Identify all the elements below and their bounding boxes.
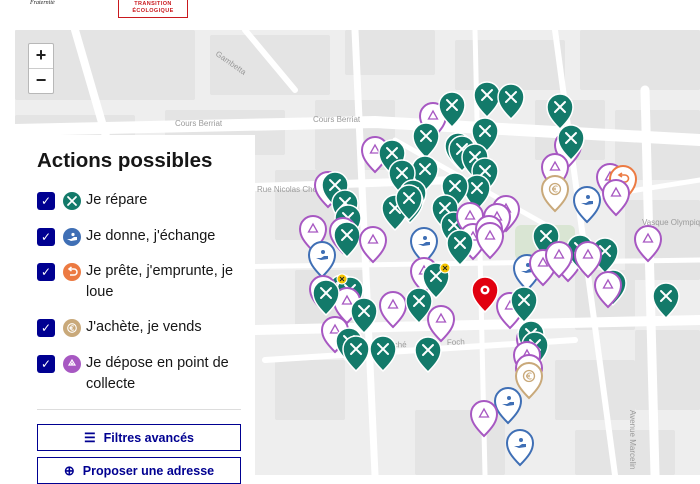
repair-pin[interactable] bbox=[342, 335, 370, 373]
gov-mark-text: Fraternité bbox=[30, 0, 55, 6]
filter-label: Je prête, j'emprunte, je loue bbox=[86, 263, 234, 300]
transit-stop-icon[interactable] bbox=[336, 273, 348, 285]
transit-stop-icon[interactable] bbox=[439, 262, 451, 274]
top-header: Fraternité TRANSITION ÉCOLOGIQUE bbox=[0, 0, 700, 30]
filter-lend[interactable]: ✓ Je prête, j'emprunte, je loue bbox=[37, 262, 236, 303]
repair-pin[interactable] bbox=[497, 83, 525, 121]
checkbox-icon[interactable]: ✓ bbox=[37, 319, 55, 337]
advanced-filters-button[interactable]: ☰ Filtres avancés bbox=[37, 424, 241, 451]
location-marker[interactable] bbox=[471, 276, 499, 314]
advanced-filters-label: Filtres avancés bbox=[103, 430, 194, 445]
euro-icon bbox=[63, 319, 81, 337]
zoom-control: + − bbox=[28, 43, 54, 94]
propose-address-button[interactable]: ⊕ Proposer une adresse bbox=[37, 457, 241, 484]
filter-buy[interactable]: ✓ J'achète, je vends bbox=[37, 318, 236, 338]
repair-pin[interactable] bbox=[333, 221, 361, 259]
filter-label: Je répare bbox=[86, 192, 148, 208]
return-arrow-icon bbox=[63, 263, 81, 281]
filter-give[interactable]: ✓ Je donne, j'échange bbox=[37, 227, 236, 247]
recycle-icon bbox=[63, 355, 81, 373]
street-label: Avenue Marcelin bbox=[628, 410, 637, 469]
panel-title: Actions possibles bbox=[37, 149, 213, 172]
filter-label: Je donne, j'échange bbox=[86, 228, 216, 244]
repair-pin[interactable] bbox=[446, 229, 474, 267]
repair-pin[interactable] bbox=[652, 282, 680, 320]
street-label: Cours Berriat bbox=[175, 119, 223, 128]
checkbox-icon[interactable]: ✓ bbox=[37, 263, 55, 281]
filter-label: J'achète, je vends bbox=[86, 319, 202, 335]
checkbox-icon[interactable]: ✓ bbox=[37, 192, 55, 210]
propose-address-label: Proposer une adresse bbox=[82, 463, 215, 478]
government-mark: Fraternité bbox=[30, 0, 55, 7]
buy-pin[interactable] bbox=[540, 175, 570, 213]
zoom-out-button[interactable]: − bbox=[29, 69, 53, 93]
repair-pin[interactable] bbox=[414, 336, 442, 374]
plus-circle-icon: ⊕ bbox=[63, 462, 75, 478]
checkbox-icon[interactable]: ✓ bbox=[37, 228, 55, 246]
ministry-logo: TRANSITION ÉCOLOGIQUE bbox=[118, 0, 188, 18]
collect-pin[interactable] bbox=[426, 305, 456, 343]
sliders-icon: ☰ bbox=[84, 429, 96, 445]
actions-panel: Actions possibles ✓ Je répare ✓ Je donne… bbox=[15, 135, 255, 484]
hand-give-icon bbox=[63, 228, 81, 246]
filter-collect[interactable]: ✓ Je dépose en point de collecte bbox=[37, 354, 236, 395]
repair-pin[interactable] bbox=[369, 335, 397, 373]
zoom-in-button[interactable]: + bbox=[29, 44, 53, 69]
filter-label: Je dépose en point de collecte bbox=[86, 355, 229, 392]
checkbox-icon[interactable]: ✓ bbox=[37, 355, 55, 373]
buy-pin[interactable] bbox=[514, 362, 544, 400]
panel-divider bbox=[37, 409, 241, 410]
wrench-icon bbox=[63, 192, 81, 210]
street-label: Cours Berriat bbox=[313, 115, 361, 124]
ministry-logo-line-2: ÉCOLOGIQUE bbox=[132, 7, 174, 14]
street-label: Foch bbox=[447, 337, 465, 347]
filter-repair[interactable]: ✓ Je répare bbox=[37, 191, 236, 211]
give-pin[interactable] bbox=[505, 429, 535, 467]
